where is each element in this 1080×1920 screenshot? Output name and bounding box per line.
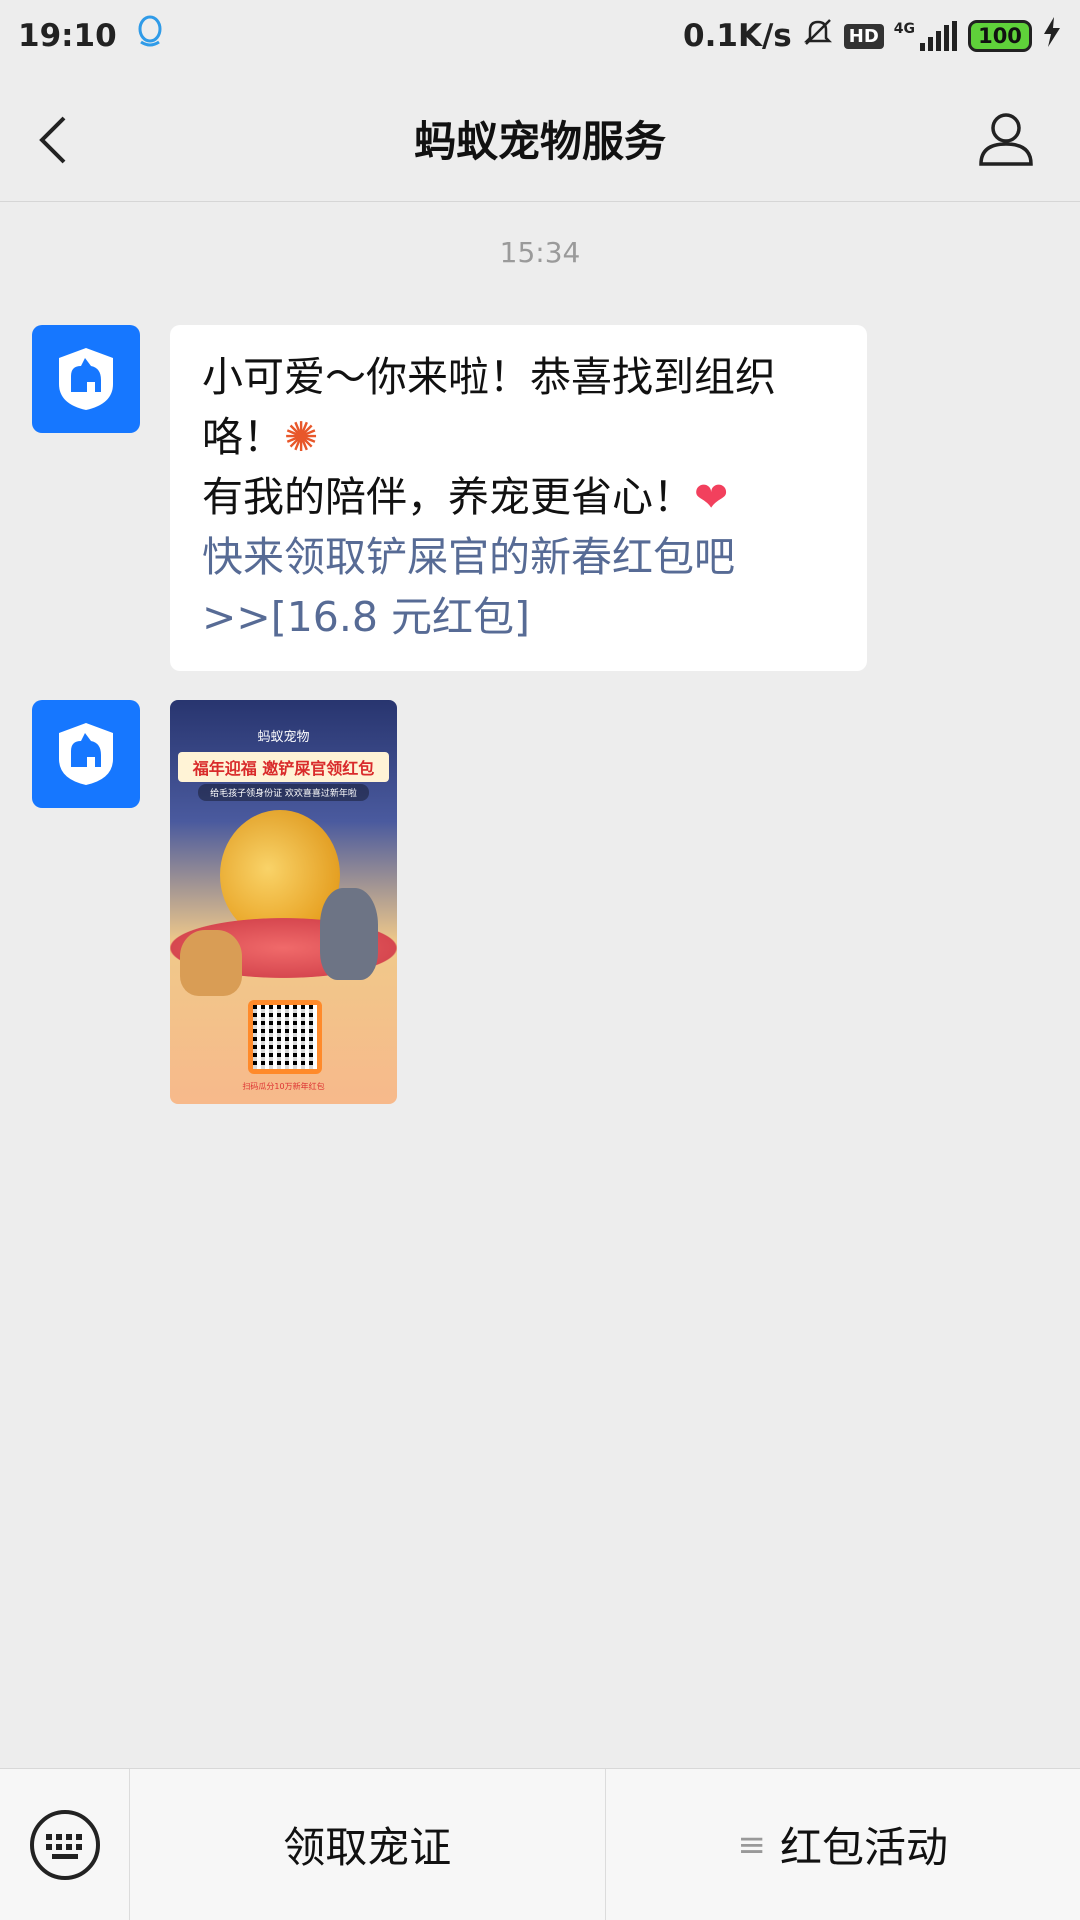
- status-bar: 19:10 0.1K/s HD 4G 100: [0, 0, 1080, 72]
- menu-item-label: 领取宠证: [283, 1823, 452, 1872]
- network-speed: 0.1K/s: [683, 18, 792, 54]
- dog-illustration: [180, 930, 242, 996]
- message-bubble[interactable]: 小可爱～你来啦！恭喜找到组织 咯！✺ 有我的陪伴，养宠更省心！❤ 快来领取铲屎官…: [170, 325, 867, 671]
- red-packet-link[interactable]: 快来领取铲屎官的新春红包吧: [202, 527, 837, 587]
- message-text-line: 有我的陪伴，养宠更省心！: [202, 473, 694, 521]
- bell-muted-icon: [802, 16, 834, 56]
- card-brand: 蚂蚁宠物: [257, 730, 310, 745]
- menu-item-pet-license[interactable]: 领取宠证: [130, 1769, 605, 1920]
- card-headline: 福年迎福 邀铲屎官领红包: [178, 752, 389, 782]
- qq-icon: [135, 14, 165, 58]
- submenu-icon: ≡: [737, 1824, 766, 1865]
- charging-icon: [1042, 17, 1062, 55]
- avatar[interactable]: [32, 700, 140, 808]
- card-footer: 扫码瓜分10万新年红包: [242, 1082, 325, 1091]
- promo-image-card[interactable]: 蚂蚁宠物 福年迎福 邀铲屎官领红包 给毛孩子领身份证 欢欢喜喜过新年啦 扫码瓜分…: [170, 700, 397, 1104]
- red-packet-link-amount[interactable]: >>[16.8 元红包]: [202, 587, 837, 647]
- chat-timestamp: 15:34: [499, 236, 581, 269]
- keyboard-toggle-button[interactable]: [0, 1768, 130, 1920]
- page-title: 蚂蚁宠物服务: [413, 117, 666, 166]
- pet-shield-icon: [59, 348, 113, 410]
- status-time: 19:10: [18, 18, 117, 54]
- card-subline: 给毛孩子领身份证 欢欢喜喜过新年啦: [198, 784, 369, 801]
- avatar[interactable]: [32, 325, 140, 433]
- keyboard-icon: [29, 1809, 100, 1880]
- firework-emoji-icon: ✺: [284, 413, 319, 461]
- menu-item-red-packet[interactable]: ≡ 红包活动: [604, 1768, 1080, 1920]
- pet-shield-icon: [59, 723, 113, 785]
- message-text-line: 咯！: [202, 413, 284, 461]
- signal-label: 4G: [893, 21, 915, 37]
- message-text-line: 小可爱～你来啦！恭喜找到组织: [202, 353, 776, 401]
- nav-bar: 蚂蚁宠物服务: [0, 72, 1080, 202]
- cat-illustration: [320, 888, 378, 980]
- hd-badge: HD: [843, 23, 884, 49]
- battery-indicator: 100: [968, 20, 1032, 52]
- menu-item-label: 红包活动: [779, 1823, 948, 1872]
- signal-icon: 4G: [894, 21, 958, 51]
- user-profile-icon[interactable]: [976, 108, 1036, 168]
- qr-code: [248, 1000, 322, 1074]
- heart-emoji-icon: ❤: [694, 473, 729, 521]
- bottom-menu-bar: 领取宠证 ≡ 红包活动: [0, 1768, 1080, 1920]
